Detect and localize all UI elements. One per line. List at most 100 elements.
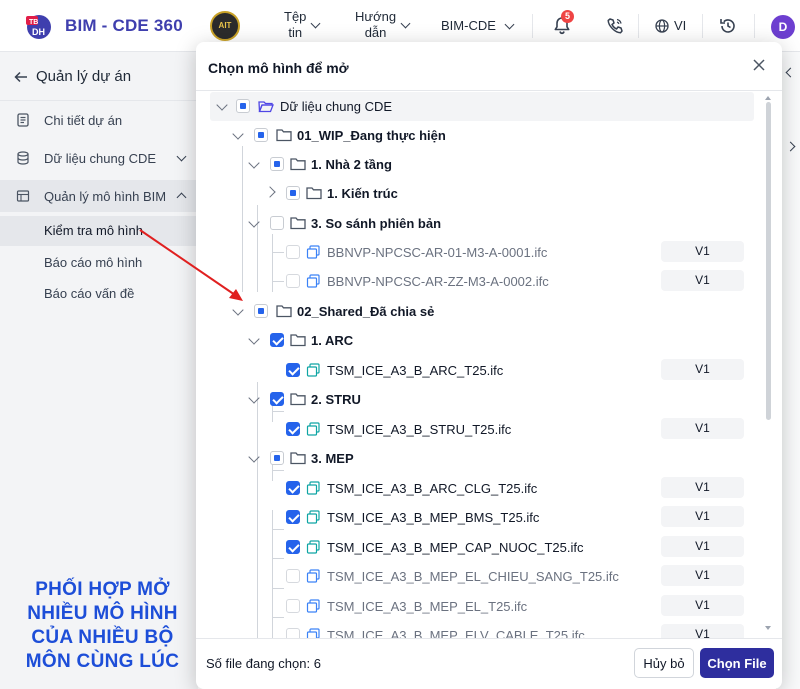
chevron-right-icon[interactable] xyxy=(264,186,276,198)
nav-files[interactable]: Tệp tin xyxy=(284,9,321,41)
checkbox[interactable] xyxy=(286,628,300,638)
tree-row-folder[interactable]: 1. Kiến trúc xyxy=(196,179,768,208)
cancel-button[interactable]: Hủy bỏ xyxy=(634,648,694,678)
tree-row-file[interactable]: BBNVP-NPCSC-AR-01-M3-A-0001.ifc V1 xyxy=(196,238,768,267)
checkbox[interactable] xyxy=(270,333,284,347)
chevron-down-icon[interactable] xyxy=(232,128,244,140)
scroll-up-arrow[interactable] xyxy=(765,96,771,100)
checkbox[interactable] xyxy=(270,392,284,406)
checkbox[interactable] xyxy=(286,569,300,583)
version-badge[interactable]: V1 xyxy=(661,270,744,291)
checkbox[interactable] xyxy=(270,157,284,171)
checkbox[interactable] xyxy=(270,216,284,230)
checkbox[interactable] xyxy=(286,363,300,377)
version-badge[interactable]: V1 xyxy=(661,536,744,557)
scroll-down-arrow[interactable] xyxy=(765,626,771,630)
chevron-down-icon xyxy=(504,19,515,29)
phone-icon[interactable] xyxy=(606,17,624,35)
promo-caption: PHỐI HỢP MỞ NHIỀU MÔ HÌNH CỦA NHIỀU BỘ M… xyxy=(25,579,180,672)
nav-bim-cde[interactable]: BIM-CDE xyxy=(441,18,515,33)
sidebar-item-bim-management[interactable]: Quản lý mô hình BIM xyxy=(0,180,198,212)
avatar[interactable]: D xyxy=(771,15,795,39)
chevron-left-icon[interactable] xyxy=(785,67,796,78)
close-icon[interactable] xyxy=(752,58,766,72)
chevron-down-icon[interactable] xyxy=(248,333,260,345)
tree-row-label: TSM_ICE_A3_B_MEP_EL_T25.ifc xyxy=(327,599,528,614)
brand-name[interactable]: BIM - CDE 360 xyxy=(65,16,183,36)
tree-row-root[interactable]: Dữ liệu chung CDE xyxy=(210,92,754,121)
folder-icon xyxy=(306,187,322,200)
checkbox[interactable] xyxy=(236,99,250,113)
version-badge[interactable]: V1 xyxy=(661,595,744,616)
checkbox[interactable] xyxy=(286,274,300,288)
checkbox[interactable] xyxy=(286,540,300,554)
chevron-down-icon[interactable] xyxy=(216,99,228,111)
version-badge[interactable]: V1 xyxy=(661,565,744,586)
checkbox[interactable] xyxy=(254,128,268,142)
tree-row-folder[interactable]: 02_Shared_Đã chia sẻ xyxy=(196,297,768,326)
version-badge[interactable]: V1 xyxy=(661,359,744,380)
version-badge[interactable]: V1 xyxy=(661,477,744,498)
tree-row-label: TSM_ICE_A3_B_STRU_T25.ifc xyxy=(327,422,512,437)
tree-row-file[interactable]: TSM_ICE_A3_B_MEP_BMS_T25.ifc V1 xyxy=(196,503,768,532)
model-tree: Dữ liệu chung CDE 01_WIP_Đang thực hiện … xyxy=(196,92,776,638)
organization-logo[interactable]: AIT xyxy=(210,11,240,41)
chevron-right-icon[interactable] xyxy=(785,141,796,152)
checkbox[interactable] xyxy=(286,510,300,524)
tree-row-label: TSM_ICE_A3_B_ARC_T25.ifc xyxy=(327,363,504,378)
chevron-down-icon[interactable] xyxy=(248,451,260,463)
tree-row-label: 01_WIP_Đang thực hiện xyxy=(297,128,446,143)
sidebar-subitem-model-check[interactable]: Kiểm tra mô hình xyxy=(0,216,198,246)
tree-row-file[interactable]: TSM_ICE_A3_B_MEP_EL_CHIEU_SANG_T25.ifc V… xyxy=(196,562,768,591)
checkbox[interactable] xyxy=(270,451,284,465)
version-badge[interactable]: V1 xyxy=(661,241,744,262)
tree-row-file[interactable]: TSM_ICE_A3_B_ARC_T25.ifc V1 xyxy=(196,356,768,385)
model-file-icon xyxy=(306,481,320,495)
checkbox[interactable] xyxy=(286,186,300,200)
sidebar-item-project-details[interactable]: Chi tiết dự án xyxy=(0,104,198,136)
globe-icon xyxy=(655,18,669,33)
tree-row-file[interactable]: TSM_ICE_A3_B_STRU_T25.ifc V1 xyxy=(196,415,768,444)
select-model-dialog: Chọn mô hình để mở Dữ liệu chung CDE 01_… xyxy=(196,42,782,689)
sidebar-item-cde-data[interactable]: Dữ liệu chung CDE xyxy=(0,142,198,174)
tree-row-folder[interactable]: 01_WIP_Đang thực hiện xyxy=(196,121,768,150)
chevron-down-icon[interactable] xyxy=(248,392,260,404)
chevron-down-icon[interactable] xyxy=(248,216,260,228)
divider xyxy=(702,14,703,38)
checkbox[interactable] xyxy=(286,245,300,259)
sidebar-subitem-model-report[interactable]: Báo cáo mô hình xyxy=(0,248,198,278)
tree-row-file[interactable]: BBNVP-NPCSC-AR-ZZ-M3-A-0002.ifc V1 xyxy=(196,267,768,296)
tree-row-folder[interactable]: 3. So sánh phiên bản xyxy=(196,209,768,238)
tree-row-folder[interactable]: 1. ARC xyxy=(196,326,768,355)
folder-open-icon xyxy=(258,101,274,113)
model-file-icon xyxy=(306,599,320,613)
sidebar-subitem-issue-report[interactable]: Báo cáo vấn đề xyxy=(0,279,198,309)
tree-row-file[interactable]: TSM_ICE_A3_B_MEP_ELV_CABLE_T25.ifc V1 xyxy=(196,621,768,638)
checkbox[interactable] xyxy=(286,422,300,436)
history-settings-icon[interactable] xyxy=(718,16,738,36)
version-badge[interactable]: V1 xyxy=(661,506,744,527)
chevron-down-icon[interactable] xyxy=(248,157,260,169)
language-selector[interactable]: VI xyxy=(655,18,686,33)
chevron-down-icon[interactable] xyxy=(232,304,244,316)
version-badge[interactable]: V1 xyxy=(661,624,744,638)
nav-guide[interactable]: Hướng dẫn xyxy=(355,9,411,41)
checkbox[interactable] xyxy=(254,304,268,318)
tree-row-file[interactable]: TSM_ICE_A3_B_ARC_CLG_T25.ifc V1 xyxy=(196,474,768,503)
version-badge[interactable]: V1 xyxy=(661,418,744,439)
tree-row-folder[interactable]: 3. MEP xyxy=(196,444,768,473)
tree-row-file[interactable]: TSM_ICE_A3_B_MEP_EL_T25.ifc V1 xyxy=(196,592,768,621)
checkbox[interactable] xyxy=(286,481,300,495)
scrollbar-thumb[interactable] xyxy=(766,102,771,420)
folder-icon xyxy=(276,129,292,142)
choose-file-button[interactable]: Chọn File xyxy=(700,648,774,678)
tree-row-folder[interactable]: 1. Nhà 2 tầng xyxy=(196,150,768,179)
tree-row-label: 1. Nhà 2 tầng xyxy=(311,157,392,172)
checkbox[interactable] xyxy=(286,599,300,613)
tree-row-folder[interactable]: 2. STRU xyxy=(196,385,768,414)
divider xyxy=(0,100,198,101)
tree-row-file[interactable]: TSM_ICE_A3_B_MEP_CAP_NUOC_T25.ifc V1 xyxy=(196,533,768,562)
tree-row-label: 02_Shared_Đã chia sẻ xyxy=(297,304,435,319)
logo-icon[interactable]: TB DH xyxy=(22,10,56,42)
back-to-project-management[interactable]: Quản lý dự án xyxy=(14,68,131,85)
